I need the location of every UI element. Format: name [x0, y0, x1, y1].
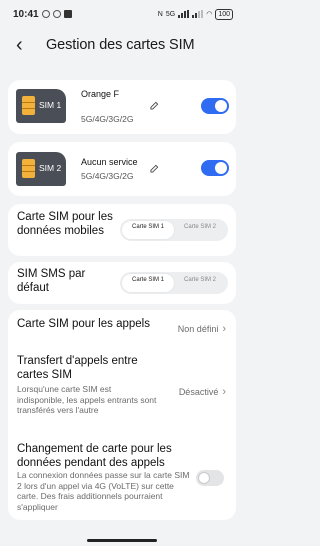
data-sim-selector: Carte SIM 1 Carte SIM 2: [120, 219, 228, 241]
settings-gear-icon: [41, 10, 50, 18]
sms-sim-option-1[interactable]: Carte SIM 1: [122, 274, 174, 292]
sim-chip-icon: [22, 159, 35, 178]
signal-2-icon: [192, 10, 204, 18]
data-sim-option-2[interactable]: Carte SIM 2: [174, 221, 226, 239]
calls-sim-value-text: Non défini: [177, 324, 219, 334]
calls-sim-label: Carte SIM pour les appels: [17, 318, 150, 330]
battery-icon: 100: [215, 8, 233, 20]
forwarding-description: Lorsqu'une carte SIM est indisponible, l…: [17, 384, 157, 415]
calls-sim-value: Non défini ›: [178, 323, 226, 335]
data-sim-label: Carte SIM pour les données mobiles: [17, 211, 113, 237]
header: ‹ Gestion des cartes SIM: [0, 28, 244, 62]
call-settings-card: Carte SIM pour les appels Non défini › T…: [8, 310, 236, 520]
page-title: Gestion des cartes SIM: [46, 37, 195, 53]
sms-sim-card: SIM SMS par défaut Carte SIM 1 Carte SIM…: [8, 262, 236, 304]
data-switch-description: La connexion données passe sur la carte …: [17, 470, 190, 512]
sms-sim-option-2[interactable]: Carte SIM 2: [174, 274, 226, 292]
forwarding-label: Transfert d'appels entre cartes SIM: [17, 355, 138, 381]
sim-chip-icon: [22, 96, 35, 115]
edit-icon[interactable]: [150, 101, 159, 110]
sim-card-icon: SIM 1: [16, 89, 66, 123]
network-type-label: 5G: [165, 10, 176, 18]
chevron-right-icon: ›: [222, 386, 226, 398]
nfc-icon: N: [157, 10, 163, 18]
sim-badge: SIM 1: [39, 100, 62, 110]
home-indicator[interactable]: [87, 539, 157, 542]
sms-sim-label: SIM SMS par défaut: [17, 268, 86, 294]
status-time: 10:41: [13, 8, 39, 20]
data-switch-label: Changement de carte pour les données pen…: [17, 443, 172, 469]
sim2-toggle[interactable]: [201, 160, 229, 176]
sms-sim-selector: Carte SIM 1 Carte SIM 2: [120, 272, 228, 294]
signal-icon: [178, 10, 190, 18]
sim-card-icon: SIM 2: [16, 152, 66, 186]
info-icon: [52, 10, 61, 18]
chevron-right-icon: ›: [222, 323, 226, 335]
data-switch-toggle[interactable]: [196, 470, 224, 486]
sim2-card: SIM 2 Aucun service 5G/4G/3G/2G: [8, 142, 236, 196]
sim-badge: SIM 2: [39, 163, 62, 173]
sim-name: Orange F: [81, 89, 120, 99]
forwarding-value: Désactivé ›: [179, 386, 226, 398]
status-bar: 10:41 N 5G ◠ 100: [0, 0, 244, 28]
edit-icon[interactable]: [150, 164, 159, 173]
wifi-icon: ◠: [206, 11, 213, 18]
data-sim-option-1[interactable]: Carte SIM 1: [122, 221, 174, 239]
sim-network: 5G/4G/3G/2G: [81, 114, 134, 124]
sim1-card: SIM 1 Orange F 5G/4G/3G/2G: [8, 80, 236, 134]
sim1-toggle[interactable]: [201, 98, 229, 114]
notification-icon: [63, 10, 72, 18]
sim-network: 5G/4G/3G/2G: [81, 171, 134, 181]
forwarding-value-text: Désactivé: [178, 387, 219, 397]
sim-name: Aucun service: [81, 157, 138, 167]
data-sim-card: Carte SIM pour les données mobiles Carte…: [8, 204, 236, 256]
back-arrow-icon[interactable]: ‹: [16, 35, 36, 55]
